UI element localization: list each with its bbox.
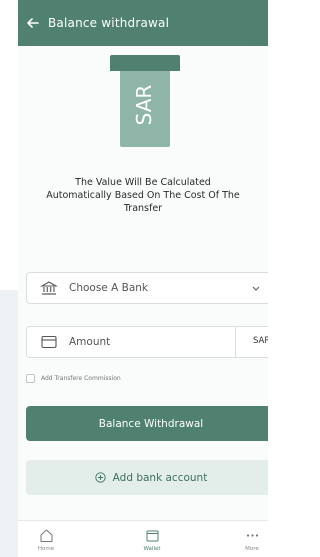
sar-withdraw-illustration: SAR <box>110 55 180 147</box>
commission-label: Add Transfere Commission <box>41 375 121 382</box>
notice-line-1: The Value Will Be Calculated <box>75 177 211 188</box>
nav-more[interactable]: More <box>232 527 268 552</box>
back-button[interactable] <box>22 12 44 34</box>
nav-more-label: More <box>245 546 259 552</box>
add-bank-account-button[interactable]: Add bank account <box>26 460 268 495</box>
arrow-left-icon <box>27 18 39 28</box>
amount-field[interactable]: Amount SAR <box>26 326 268 358</box>
balance-withdrawal-button[interactable]: Balance Withdrawal <box>26 406 268 441</box>
bank-select[interactable]: Choose A Bank <box>26 272 268 304</box>
background-panel <box>0 290 18 557</box>
bottom-nav: Home Wallet More <box>18 520 268 557</box>
nav-home-label: Home <box>37 546 55 552</box>
sar-label: SAR <box>132 85 156 126</box>
nav-home[interactable]: Home <box>26 527 66 552</box>
currency-label: SAR <box>253 336 268 346</box>
notice-line-3: Transfer <box>123 203 163 214</box>
app-screen: Balance withdrawal SAR The Value Will Be… <box>18 0 268 557</box>
wallet-icon <box>144 527 160 543</box>
home-icon <box>38 527 54 543</box>
notice-line-2: Automatically Based On The Cost Of The <box>46 190 240 201</box>
app-header: Balance withdrawal <box>18 0 268 46</box>
card-icon <box>39 332 59 352</box>
nav-wallet[interactable]: Wallet <box>132 527 172 552</box>
nav-wallet-label: Wallet <box>143 546 161 552</box>
commission-checkbox[interactable] <box>26 374 35 383</box>
page-title: Balance withdrawal <box>48 16 170 30</box>
calculation-notice: The Value Will Be Calculated Automatical… <box>18 176 268 215</box>
bank-icon <box>39 278 59 298</box>
currency-divider <box>235 327 236 357</box>
commission-option[interactable]: Add Transfere Commission <box>26 374 121 383</box>
chevron-down-icon <box>252 286 260 291</box>
amount-placeholder: Amount <box>69 336 111 348</box>
more-icon <box>244 527 260 543</box>
plus-circle-icon <box>95 472 107 484</box>
add-bank-account-label: Add bank account <box>112 471 208 484</box>
bank-select-label: Choose A Bank <box>69 282 148 294</box>
